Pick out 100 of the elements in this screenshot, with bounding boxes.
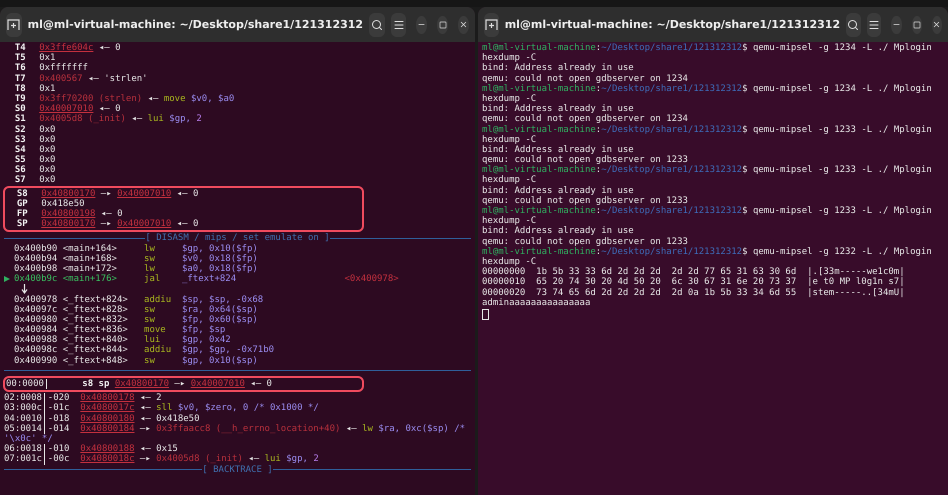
operands: $v0, 0x18($fp) (182, 254, 259, 264)
menu-button[interactable] (866, 12, 882, 36)
instruction-symbol: <_ftext+836> (62, 325, 129, 336)
section-title: [ DISASM / mips / set emulate on ] (145, 233, 330, 244)
register-name: S3 (14, 134, 27, 145)
terminal-cursor (482, 308, 489, 320)
register-name: SP (16, 219, 29, 230)
line-text: bind: Address already in use (482, 63, 634, 74)
mnemonic: jal (144, 274, 162, 284)
mnemonic: sw (144, 254, 156, 264)
line-text: hexdump -C (482, 94, 536, 104)
register-name: S5 (14, 155, 27, 166)
stack-offset: -01c (46, 403, 70, 414)
instruction-address: 0x40097c (14, 304, 58, 315)
mnemonic: lw (144, 244, 156, 254)
line-text: bind: Address already in use (482, 226, 634, 237)
jump-target: <0x400978> (344, 274, 400, 284)
instruction-symbol: <_ftext+844> (62, 345, 129, 356)
mnemonic: sw (144, 314, 156, 326)
line-text: qemu: could not open gdbserver on 1233 (482, 155, 688, 166)
register-name: S4 (14, 144, 27, 155)
line-text: 0x40800170 —▸ 0x40007010 ◂— 0 (41, 219, 198, 230)
minimize-button[interactable] (891, 16, 902, 34)
line-text: 0x3ffe604c ◂— 0 (39, 43, 120, 54)
line-text: 00000020 73 74 65 6d 2d 2d 2d 2d 2d 0a 1b 5b 33 34 6d 55 |stem-----..[34mU| (482, 288, 905, 298)
menu-icon (868, 18, 880, 30)
instruction-address: 0x400980 (14, 314, 58, 325)
search-button[interactable] (369, 12, 385, 36)
maximize-button[interactable] (912, 16, 922, 34)
line-text: bind: Address already in use (482, 186, 634, 196)
register-name: T5 (14, 53, 27, 64)
stack-offset: -00c (46, 454, 70, 464)
line-text: qemu: could not open gdbserver on 1234 (482, 74, 688, 84)
line-text: 0xfffffff (39, 63, 88, 74)
search-button[interactable] (846, 12, 861, 36)
operands: $ra, 0x64($sp) (182, 304, 259, 315)
instruction-symbol: <_ftext+824> (62, 294, 129, 305)
instruction-address: 0x400b9c (14, 274, 58, 284)
line-text: 0x0 (39, 165, 56, 176)
operands: $gp, 0x10($sp) (182, 356, 259, 366)
line-text: hexdump -C (482, 216, 536, 226)
line-text: hexdump -C (482, 175, 536, 186)
instruction-symbol: <main+172> (62, 264, 118, 274)
stack-offset: -010 (46, 444, 70, 454)
line-text: qemu: could not open gdbserver on 1234 (482, 114, 688, 124)
instruction-address: 0x400b98 (14, 264, 58, 274)
line-text: 0x40007010 ◂— 0 (39, 104, 120, 114)
window-title: ml@ml-virtual-machine: ~/Desktop/share1/121312312 (28, 18, 364, 31)
line-text: '\x0c' */ (4, 434, 53, 444)
stack-index: 06:0018 (4, 444, 46, 454)
line-text: s8 sp 0x40800170 —▸ 0x40007010 ◂— 0 (82, 379, 272, 390)
stack-index: 03:000c (4, 403, 46, 414)
line-text: 0x4005d8 (_init) ◂— lui $gp, 2 (39, 114, 202, 124)
instruction-address: 0x400988 (14, 335, 58, 346)
mnemonic: addiu (144, 345, 172, 356)
line-text: ml@ml-virtual-machine:~/Desktop/share1/121312312$ qemu-mipsel -g 1233 -L ./ Mplogin (482, 124, 932, 135)
stack-index: 07:001c (4, 454, 46, 464)
mnemonic: move (144, 325, 167, 336)
instruction-address: 0x40098c (14, 345, 58, 356)
close-button[interactable] (458, 16, 469, 34)
instruction-symbol: <_ftext+848> (62, 356, 129, 366)
maximize-icon (912, 20, 921, 28)
register-name: S1 (14, 114, 27, 124)
line-text: ml@ml-virtual-machine:~/Desktop/share1/121312312$ qemu-mipsel -g 1233 -L ./ Mplogin (482, 165, 932, 176)
instruction-symbol: <_ftext+832> (62, 314, 129, 325)
maximize-button[interactable] (437, 16, 448, 34)
line-text: bind: Address already in use (482, 104, 634, 114)
register-name: S7 (14, 175, 27, 186)
register-name: T4 (14, 43, 27, 54)
line-text: 0x1 (39, 53, 56, 64)
operands: $a0, 0x18($fp) (182, 264, 259, 274)
new-tab-button[interactable] (484, 12, 499, 36)
line-text: ml@ml-virtual-machine:~/Desktop/share1/121312312$ qemu-mipsel -g 1234 -L ./ Mplogin (482, 84, 932, 94)
close-button[interactable] (932, 16, 942, 34)
line-text: 0x1 (39, 84, 56, 94)
window-title: ml@ml-virtual-machine: ~/Desktop/share1/121312312 (504, 18, 840, 31)
menu-button[interactable] (390, 12, 406, 36)
line-text: 0x40800180 ◂— 0x418e50 (80, 414, 200, 424)
line-text: bind: Address already in use (482, 144, 634, 155)
mnemonic: addiu (144, 294, 172, 305)
line-text: 0x40800178 ◂— 2 (80, 393, 162, 404)
instruction-address: 0x400978 (14, 294, 58, 305)
menu-icon (392, 18, 405, 30)
line-text: 0x40800170 —▸ 0x40007010 ◂— 0 (41, 188, 198, 199)
operands: $fp, 0x60($sp) (182, 314, 259, 325)
line-text: 0x40800184 —▸ 0x3ffaacc8 (__h_errno_location+40) ◂— lw $ra, 0xc($sp) /* (80, 424, 466, 434)
stack-offset: -014 (46, 424, 70, 434)
search-icon (847, 18, 860, 30)
instruction-address: 0x400b90 (14, 244, 58, 254)
register-name: S6 (14, 165, 27, 176)
minimize-button[interactable] (416, 16, 428, 34)
new-tab-icon (7, 18, 20, 30)
instruction-address: 0x400b94 (14, 254, 58, 264)
line-text: hexdump -C (482, 256, 536, 267)
line-text: ml@ml-virtual-machine:~/Desktop/share1/121312312$ qemu-mipsel -g 1234 -L ./ Mplogin (482, 43, 932, 53)
mnemonic: lui (144, 335, 160, 346)
new-tab-button[interactable] (6, 12, 22, 36)
search-icon (370, 18, 383, 30)
stack-index: 02:0008 (4, 393, 46, 404)
line-text: 0x3ff70200 (strlen) ◂— move $v0, $a0 (39, 94, 234, 104)
